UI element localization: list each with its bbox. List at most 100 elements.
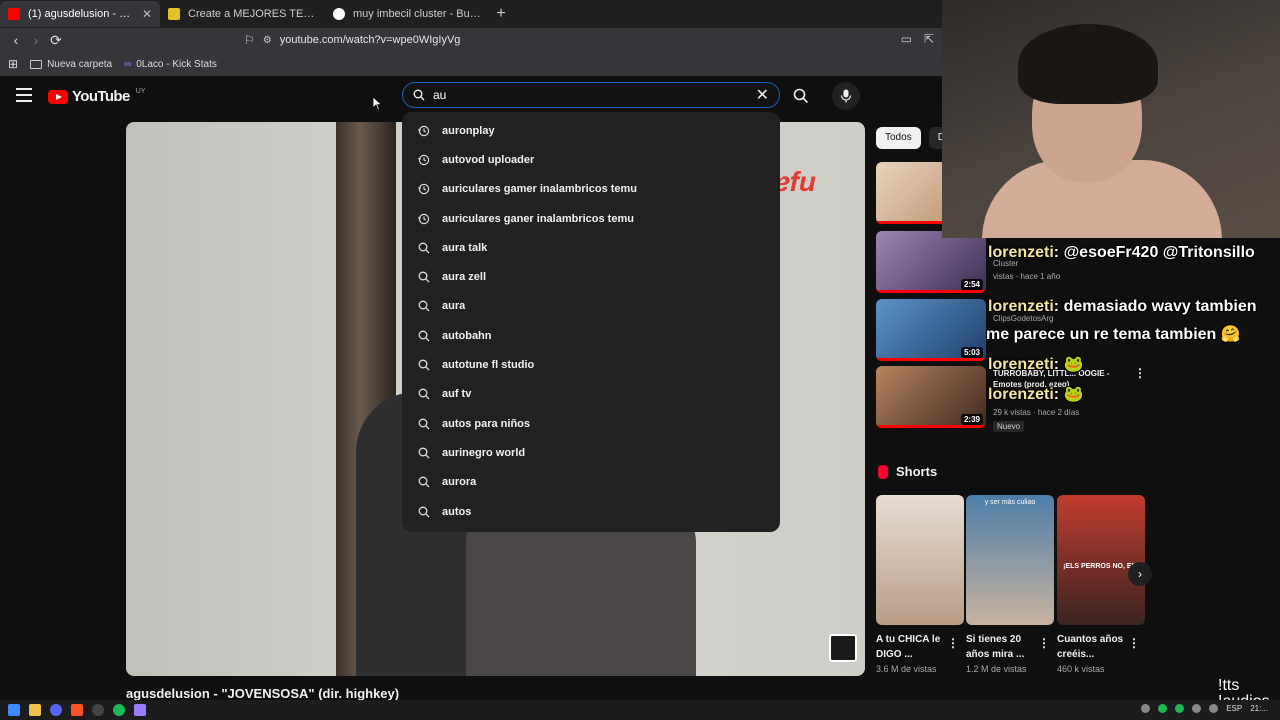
suggestion-text: autovod uploader	[442, 153, 535, 166]
chat-line: lorenzeti: 🐸	[988, 356, 1084, 373]
tab-title: muy imbecil cluster - Buscar con Goo	[353, 8, 482, 20]
more-actions-icon[interactable]: ⋮	[1038, 636, 1050, 650]
back-icon[interactable]: ‹	[6, 32, 26, 48]
tab-google-search[interactable]: muy imbecil cluster - Buscar con Goo	[325, 1, 490, 27]
input-language[interactable]: ESP	[1226, 704, 1242, 713]
cast-icon[interactable]: ▭	[901, 32, 912, 46]
tray-icon[interactable]	[1141, 704, 1151, 713]
suggestion-item[interactable]: autos	[402, 497, 780, 526]
search-icon	[413, 89, 425, 101]
short-title[interactable]: Cuantos años creéis...	[1057, 632, 1129, 662]
suggestion-text: auriculares ganer inalambricos temu	[442, 212, 634, 225]
tray-icon[interactable]	[1192, 704, 1202, 713]
address-bar[interactable]: ⚐ ⚙ youtube.com/watch?v=wpe0WIgIyVg	[244, 30, 934, 50]
suggestion-item[interactable]: aurinegro world	[402, 438, 780, 467]
tab-create-mejores[interactable]: Create a MEJORES TEMAS DEL UNDE	[160, 1, 325, 27]
suggestion-item[interactable]: aurora	[402, 468, 780, 497]
search-box[interactable]: ✕	[402, 82, 780, 108]
clock[interactable]: 21:...	[1250, 704, 1268, 713]
short-title[interactable]: A tu CHICA le DIGO ...	[876, 632, 948, 662]
volume-icon[interactable]	[1209, 704, 1219, 713]
short-thumbnail[interactable]: ¡ELS PERROS NO, EN!	[1057, 495, 1145, 625]
suggestion-item[interactable]: auriculares ganer inalambricos temu	[402, 204, 780, 233]
menu-icon[interactable]	[16, 88, 32, 102]
shorts-title: Shorts	[896, 464, 938, 479]
suggestion-text: auf tv	[442, 388, 472, 401]
youtube-logo[interactable]: YouTube UY	[48, 88, 145, 105]
duration-badge: 2:39	[960, 414, 983, 425]
close-tab-icon[interactable]: ✕	[142, 7, 152, 21]
suggestion-item[interactable]: auf tv	[402, 380, 780, 409]
screen: (1) agusdelusion - "JOVENSOSA" ✕ Create …	[0, 0, 1280, 720]
short-thumbnail[interactable]: y ser más culiao	[966, 495, 1054, 625]
suggestion-item[interactable]: auriculares gamer inalambricos temu	[402, 175, 780, 204]
brave-icon[interactable]	[71, 704, 83, 716]
shorts-next-button[interactable]: ›	[1128, 562, 1152, 586]
site-info-icon[interactable]: ⚙	[263, 35, 272, 46]
bookmark-star-icon[interactable]: ⚐	[244, 33, 255, 47]
bookmark-nueva-carpeta[interactable]: Nueva carpeta	[30, 59, 112, 70]
rec-thumbnail[interactable]: 5:03	[876, 299, 986, 361]
rec-thumbnail[interactable]: 2:54	[876, 231, 986, 293]
search-icon	[793, 88, 809, 104]
suggestion-item[interactable]: autotune fl studio	[402, 350, 780, 379]
search-icon	[418, 330, 430, 342]
history-icon	[418, 154, 430, 166]
file-explorer-icon[interactable]	[29, 704, 41, 716]
bookmark-label: Nueva carpeta	[47, 58, 113, 70]
suggestion-item[interactable]: autos para niños	[402, 409, 780, 438]
new-badge: Nuevo	[993, 421, 1025, 432]
short-thumbnail[interactable]	[876, 495, 964, 625]
tray-icon[interactable]	[1175, 704, 1185, 713]
short-views: 3.6 M de vistas	[876, 664, 937, 674]
apps-grid-icon[interactable]: ⊞	[8, 57, 18, 71]
search-input[interactable]	[433, 88, 748, 102]
start-icon[interactable]	[8, 704, 20, 716]
bookmark-kick-stats[interactable]: ∞ 0Laco - Kick Stats	[124, 59, 217, 70]
suggestion-item[interactable]: aura talk	[402, 233, 780, 262]
youtube-play-icon	[48, 89, 68, 104]
bookmark-label: 0Laco - Kick Stats	[136, 58, 217, 70]
suggestion-text: aura zell	[442, 271, 487, 284]
search-icon	[418, 447, 430, 459]
youtube-favicon-icon	[8, 8, 20, 20]
obs-icon[interactable]	[92, 704, 104, 716]
watched-progress-bar	[876, 358, 986, 361]
suggestion-item[interactable]: aura zell	[402, 262, 780, 291]
suggestion-text: aurora	[442, 476, 477, 489]
product-cube-icon[interactable]	[829, 634, 857, 662]
short-views: 1.2 M de vistas	[966, 664, 1027, 674]
forward-icon[interactable]: ›	[26, 32, 46, 48]
search-icon	[418, 476, 430, 488]
chip-todos[interactable]: Todos	[876, 127, 921, 149]
search-icon	[418, 418, 430, 430]
share-icon[interactable]: ⇱	[924, 32, 934, 46]
voice-search-button[interactable]	[832, 82, 860, 110]
suggestion-item[interactable]: auronplay	[402, 116, 780, 145]
search-icon	[418, 359, 430, 371]
reload-icon[interactable]: ⟳	[46, 32, 66, 49]
suggestion-text: auronplay	[442, 124, 495, 137]
app-icon[interactable]	[134, 704, 146, 716]
url-text[interactable]: youtube.com/watch?v=wpe0WIgIyVg	[280, 34, 461, 46]
suggestion-item[interactable]: autobahn	[402, 321, 780, 350]
chat-line: me parece un re tema tambien 🤗	[986, 326, 1241, 343]
more-actions-icon[interactable]: ⋮	[1134, 366, 1146, 380]
search-button[interactable]	[786, 84, 816, 108]
more-actions-icon[interactable]: ⋮	[1128, 636, 1140, 650]
logo-text: YouTube	[72, 88, 130, 105]
short-title[interactable]: Si tienes 20 años mira ...	[966, 632, 1038, 662]
more-actions-icon[interactable]: ⋮	[947, 636, 959, 650]
discord-icon[interactable]	[50, 704, 62, 716]
rec-thumbnail[interactable]: 2:39	[876, 366, 986, 428]
duration-badge: 5:03	[960, 347, 983, 358]
browser-toolbar: ‹ › ⟳ ⚐ ⚙ youtube.com/watch?v=wpe0WIgIyV…	[0, 28, 942, 52]
tab-youtube[interactable]: (1) agusdelusion - "JOVENSOSA" ✕	[0, 1, 160, 27]
spotify-icon[interactable]	[113, 704, 125, 716]
webcam-overlay	[942, 0, 1280, 238]
new-tab-button[interactable]: +	[490, 5, 512, 23]
spotify-tray-icon[interactable]	[1158, 704, 1168, 713]
suggestion-item[interactable]: aura	[402, 292, 780, 321]
clear-search-icon[interactable]: ✕	[756, 85, 769, 105]
suggestion-item[interactable]: autovod uploader	[402, 145, 780, 174]
